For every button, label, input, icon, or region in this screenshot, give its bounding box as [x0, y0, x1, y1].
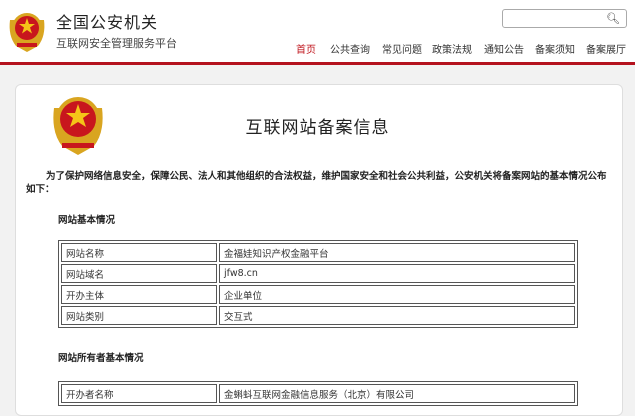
website-domain-label: 网站域名 [61, 264, 217, 283]
nav-public-query[interactable]: 公共查询 [330, 41, 370, 56]
operator-type-value: 企业单位 [219, 285, 575, 304]
website-section-title: 网站基本情况 [58, 215, 116, 226]
table-row: 网站域名 jfw8.cn [61, 264, 575, 283]
header-divider [0, 62, 635, 65]
nav-home[interactable]: 首页 [296, 41, 316, 56]
website-name-label: 网站名称 [61, 243, 217, 262]
owner-name-label: 开办者名称 [61, 384, 217, 403]
owner-name-value: 金蝌蚪互联网金融信息服务（北京）有限公司 [219, 384, 575, 403]
table-row: 开办者名称 金蝌蚪互联网金融信息服务（北京）有限公司 [61, 384, 575, 403]
search-icon[interactable]: 🔍︎ [606, 12, 620, 26]
website-name-value: 金福娃知识产权金融平台 [219, 243, 575, 262]
intro-line-1: 为了保护网络信息安全，保障公民、法人和其他组织的合法权益，维护国家安全和社会公共… [46, 171, 607, 182]
website-category-label: 网站类别 [61, 306, 217, 325]
site-title: 全国公安机关 [56, 13, 159, 32]
owner-info-table: 开办者名称 金蝌蚪互联网金融信息服务（北京）有限公司 [58, 381, 578, 406]
police-emblem-icon[interactable] [6, 6, 48, 54]
website-domain-value: jfw8.cn [219, 264, 575, 283]
site-subtitle: 互联网安全管理服务平台 [56, 37, 177, 50]
intro-line-2: 如下： [26, 184, 55, 195]
nav-filing-guide[interactable]: 备案须知 [535, 41, 575, 56]
website-info-table: 网站名称 金福娃知识产权金融平台 网站域名 jfw8.cn 开办主体 企业单位 … [58, 240, 578, 328]
nav-faq[interactable]: 常见问题 [382, 41, 422, 56]
owner-section-title: 网站所有者基本情况 [58, 353, 144, 364]
search-input[interactable]: 🔍︎ [502, 9, 627, 28]
nav-notices[interactable]: 通知公告 [484, 41, 524, 56]
table-row: 网站类别 交互式 [61, 306, 575, 325]
website-category-value: 交互式 [219, 306, 575, 325]
page-title: 互联网站备案信息 [245, 118, 390, 138]
table-row: 网站名称 金福娃知识产权金融平台 [61, 243, 575, 262]
site-header: 全国公安机关 互联网安全管理服务平台 🔍︎ 首页 公共查询 常见问题 政策法规 … [0, 0, 635, 62]
table-row: 开办主体 企业单位 [61, 285, 575, 304]
intro-text: 为了保护网络信息安全，保障公民、法人和其他组织的合法权益，维护国家安全和社会公共… [26, 170, 616, 196]
operator-type-label: 开办主体 [61, 285, 217, 304]
nav-filing-gallery[interactable]: 备案展厅 [586, 41, 626, 56]
nav-regulations[interactable]: 政策法规 [432, 41, 472, 56]
